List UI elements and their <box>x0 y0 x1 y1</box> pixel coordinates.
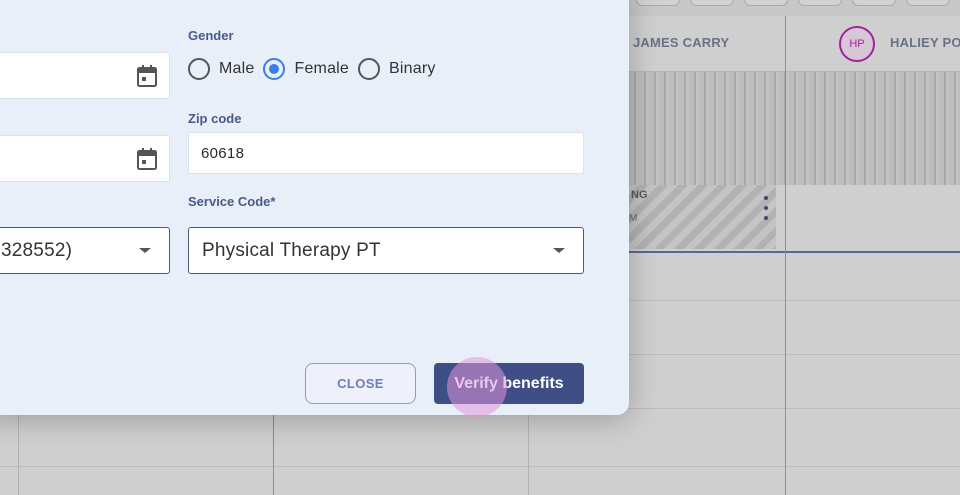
gender-radio-group: Male Female Binary <box>188 57 445 81</box>
toolbar-button[interactable] <box>690 0 734 6</box>
date-field-2[interactable] <box>0 135 170 182</box>
calendar-icon[interactable] <box>137 65 157 87</box>
unavailable-block <box>629 72 960 185</box>
insurance-select[interactable]: 328552) <box>0 227 170 274</box>
toolbar-button[interactable] <box>636 0 680 6</box>
date-field-1[interactable] <box>0 52 170 99</box>
staff-name-james[interactable]: JAMES CARRY <box>633 35 729 50</box>
chevron-down-icon <box>553 248 565 253</box>
service-code-value: Physical Therapy PT <box>202 239 381 261</box>
appointment-event[interactable] <box>629 185 776 249</box>
radio-button[interactable] <box>358 58 381 80</box>
event-menu-icon[interactable] <box>760 196 772 220</box>
gender-male-radio[interactable]: Male <box>188 58 254 80</box>
toolbar-button[interactable] <box>798 0 842 6</box>
zip-code-value: 60618 <box>201 144 245 162</box>
radio-button[interactable] <box>263 58 286 80</box>
gender-label: Gender <box>188 28 234 43</box>
event-time: M <box>629 213 638 224</box>
chevron-down-icon <box>139 248 151 253</box>
avatar: HP <box>839 26 875 62</box>
zip-code-field[interactable]: 60618 <box>188 132 584 174</box>
toolbar-button[interactable] <box>744 0 788 6</box>
gender-female-radio[interactable]: Female <box>263 58 349 80</box>
row-divider <box>0 466 960 467</box>
close-button[interactable]: CLOSE <box>305 363 416 404</box>
service-code-select[interactable]: Physical Therapy PT <box>188 227 584 274</box>
toolbar-button[interactable] <box>906 0 950 6</box>
radio-label: Female <box>294 60 350 77</box>
current-time-line <box>629 251 960 253</box>
verify-benefits-button[interactable]: Verify benefits <box>434 363 584 404</box>
insurance-select-value: 328552) <box>1 239 73 261</box>
gender-binary-radio[interactable]: Binary <box>358 58 436 80</box>
zip-code-label: Zip code <box>188 111 242 126</box>
radio-label: Male <box>219 60 255 77</box>
toolbar-button[interactable] <box>852 0 896 6</box>
radio-button[interactable] <box>188 58 210 80</box>
radio-label: Binary <box>389 60 436 77</box>
service-code-label: Service Code* <box>188 194 276 209</box>
column-divider <box>785 16 786 495</box>
calendar-icon[interactable] <box>137 148 157 170</box>
event-title: NG <box>631 189 648 201</box>
staff-name-haliey[interactable]: HALIEY POT <box>890 35 960 50</box>
